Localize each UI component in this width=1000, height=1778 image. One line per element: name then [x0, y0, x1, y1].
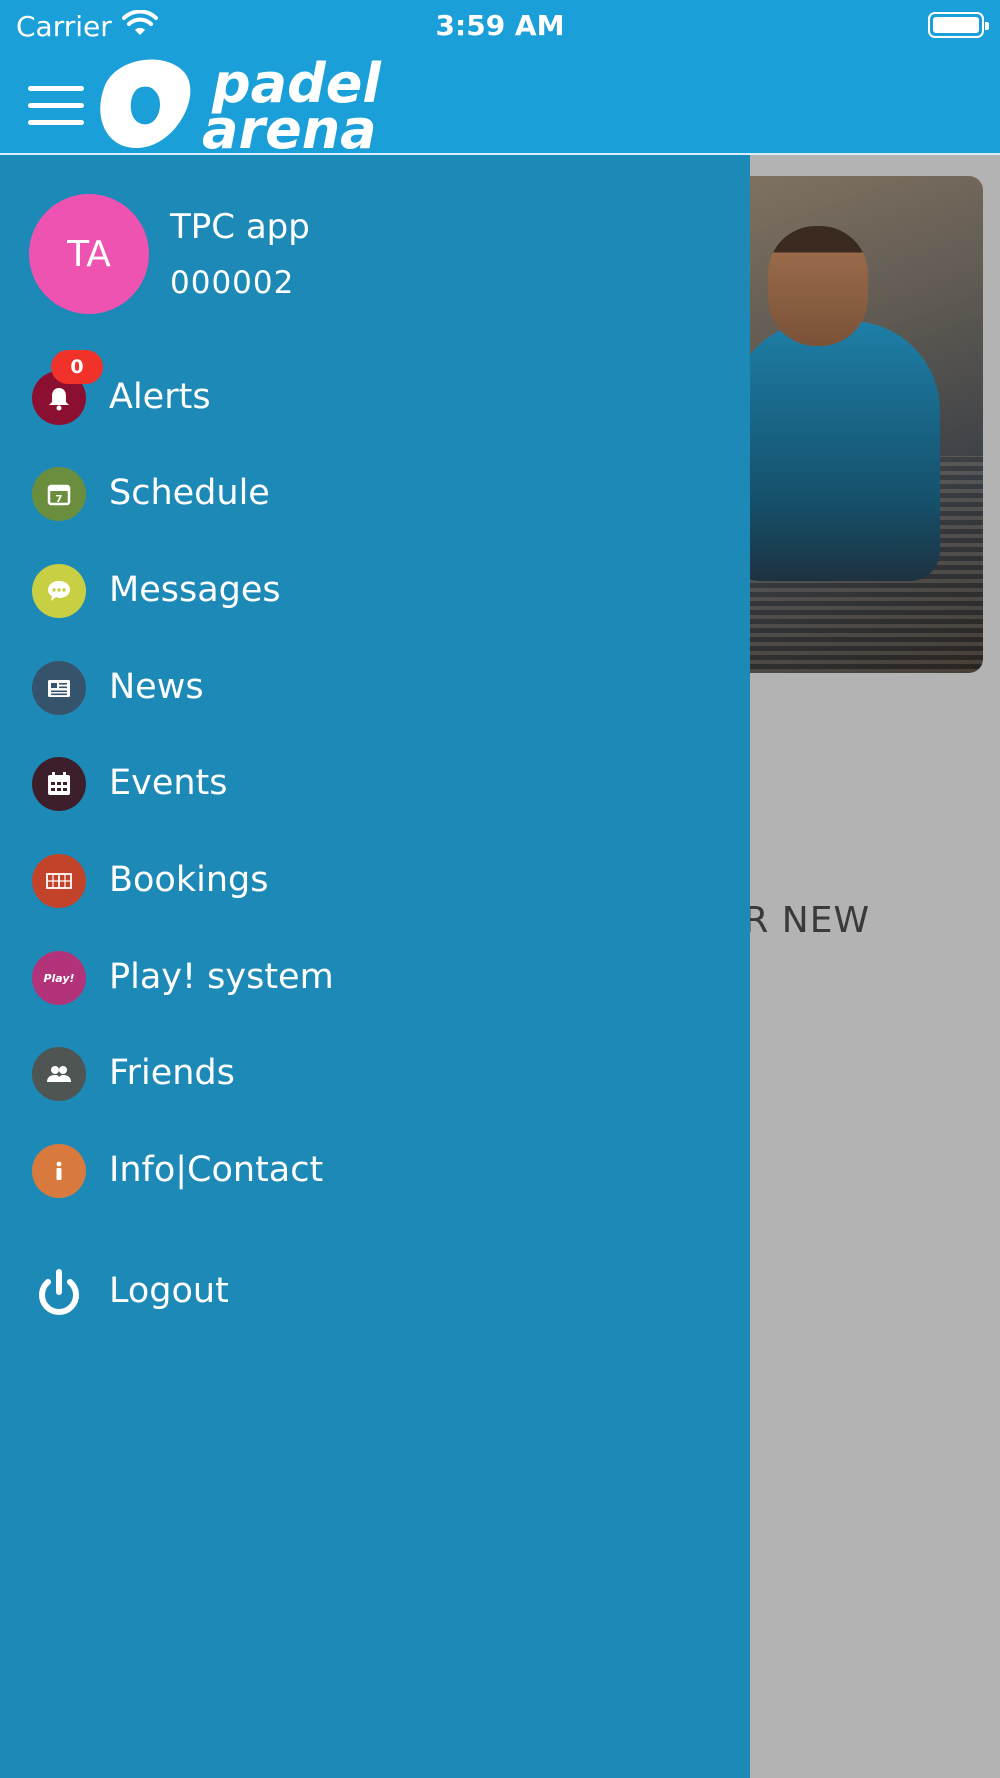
calendar-grid-icon	[32, 757, 86, 811]
battery-icon	[928, 12, 989, 38]
newspaper-icon	[32, 661, 86, 715]
court-grid-icon	[32, 854, 86, 908]
calendar-day-icon: 7	[32, 467, 86, 521]
menu-label-bookings: Bookings	[109, 860, 269, 900]
menu-label-events: Events	[109, 763, 228, 803]
status-bar: Carrier 3:59 AM	[0, 0, 1000, 50]
user-name: TPC app	[170, 207, 310, 247]
menu-item-news[interactable]: News	[0, 648, 750, 728]
menu-item-logout[interactable]: Logout	[0, 1252, 750, 1332]
menu-label-play-system: Play! system	[109, 957, 334, 997]
status-time: 3:59 AM	[435, 9, 565, 42]
app-header: Carrier 3:59 AM padel arena	[0, 0, 1000, 154]
menu-label-friends: Friends	[109, 1053, 235, 1093]
menu-label-info-contact: Info|Contact	[109, 1150, 324, 1190]
menu-item-bookings[interactable]: Bookings	[0, 841, 750, 921]
play-system-icon: Play!	[32, 951, 86, 1005]
menu-toggle-button[interactable]	[28, 86, 86, 128]
menu-item-schedule[interactable]: 7 Schedule	[0, 454, 750, 534]
menu-label-messages: Messages	[109, 570, 281, 610]
menu-item-alerts[interactable]: 0 Alerts	[0, 350, 750, 438]
side-drawer: TA TPC app 000002 0 Alerts 7 Schedule Me…	[0, 155, 750, 1778]
svg-text:7: 7	[56, 494, 63, 505]
power-icon	[32, 1265, 86, 1319]
menu-item-friends[interactable]: Friends	[0, 1034, 750, 1114]
menu-item-messages[interactable]: Messages	[0, 551, 750, 631]
padel-arena-logo: padel arena	[100, 52, 382, 152]
player-figure	[730, 321, 940, 581]
menu-label-schedule: Schedule	[109, 473, 270, 513]
logo-text-bottom: arena	[202, 98, 377, 152]
menu-item-events[interactable]: Events	[0, 744, 750, 824]
menu-item-info-contact[interactable]: Info|Contact	[0, 1131, 750, 1211]
menu-label-news: News	[109, 667, 204, 707]
menu-label-alerts: Alerts	[109, 377, 211, 417]
info-icon	[32, 1144, 86, 1198]
play-icon-text: Play!	[43, 972, 74, 985]
menu-label-logout: Logout	[109, 1271, 229, 1311]
alerts-count-badge: 0	[51, 350, 103, 384]
player-head	[768, 226, 868, 346]
avatar[interactable]: TA	[29, 194, 149, 314]
menu-item-play-system[interactable]: Play! Play! system	[0, 938, 750, 1018]
user-id: 000002	[170, 265, 295, 301]
friends-icon	[32, 1047, 86, 1101]
chat-bubble-icon	[32, 564, 86, 618]
